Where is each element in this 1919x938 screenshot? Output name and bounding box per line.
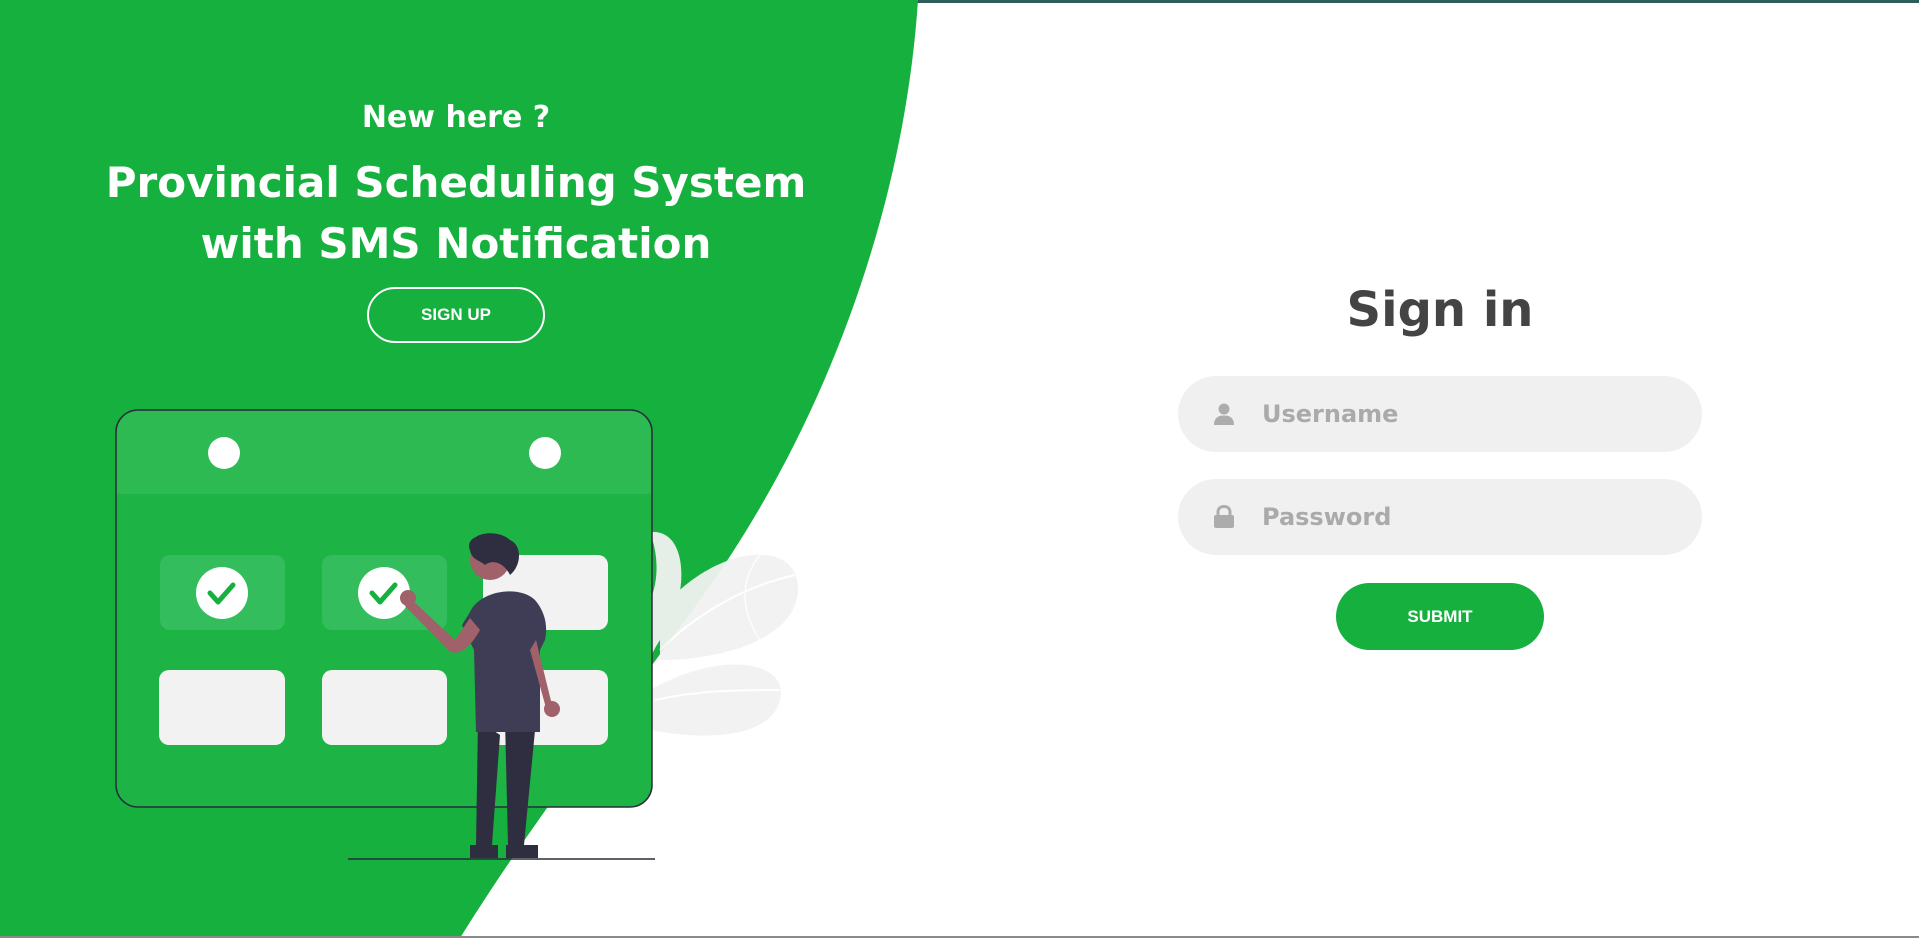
left-panel: New here ? Provincial Scheduling System … bbox=[0, 0, 912, 360]
username-input[interactable] bbox=[1262, 376, 1672, 452]
sign-in-title: Sign in bbox=[1346, 282, 1534, 338]
user-icon bbox=[1214, 403, 1234, 425]
lock-icon bbox=[1214, 505, 1234, 528]
sign-up-button[interactable]: SIGN UP bbox=[367, 287, 545, 343]
login-page: New here ? Provincial Scheduling System … bbox=[0, 0, 1919, 938]
system-title: Provincial Scheduling System with SMS No… bbox=[105, 158, 807, 268]
sign-in-form: Sign in SUBMIT bbox=[1178, 270, 1702, 670]
password-field[interactable] bbox=[1178, 479, 1702, 555]
username-field[interactable] bbox=[1178, 376, 1702, 452]
submit-button[interactable]: SUBMIT bbox=[1336, 583, 1544, 650]
password-input[interactable] bbox=[1262, 479, 1672, 555]
new-here-heading: New here ? bbox=[361, 100, 551, 135]
